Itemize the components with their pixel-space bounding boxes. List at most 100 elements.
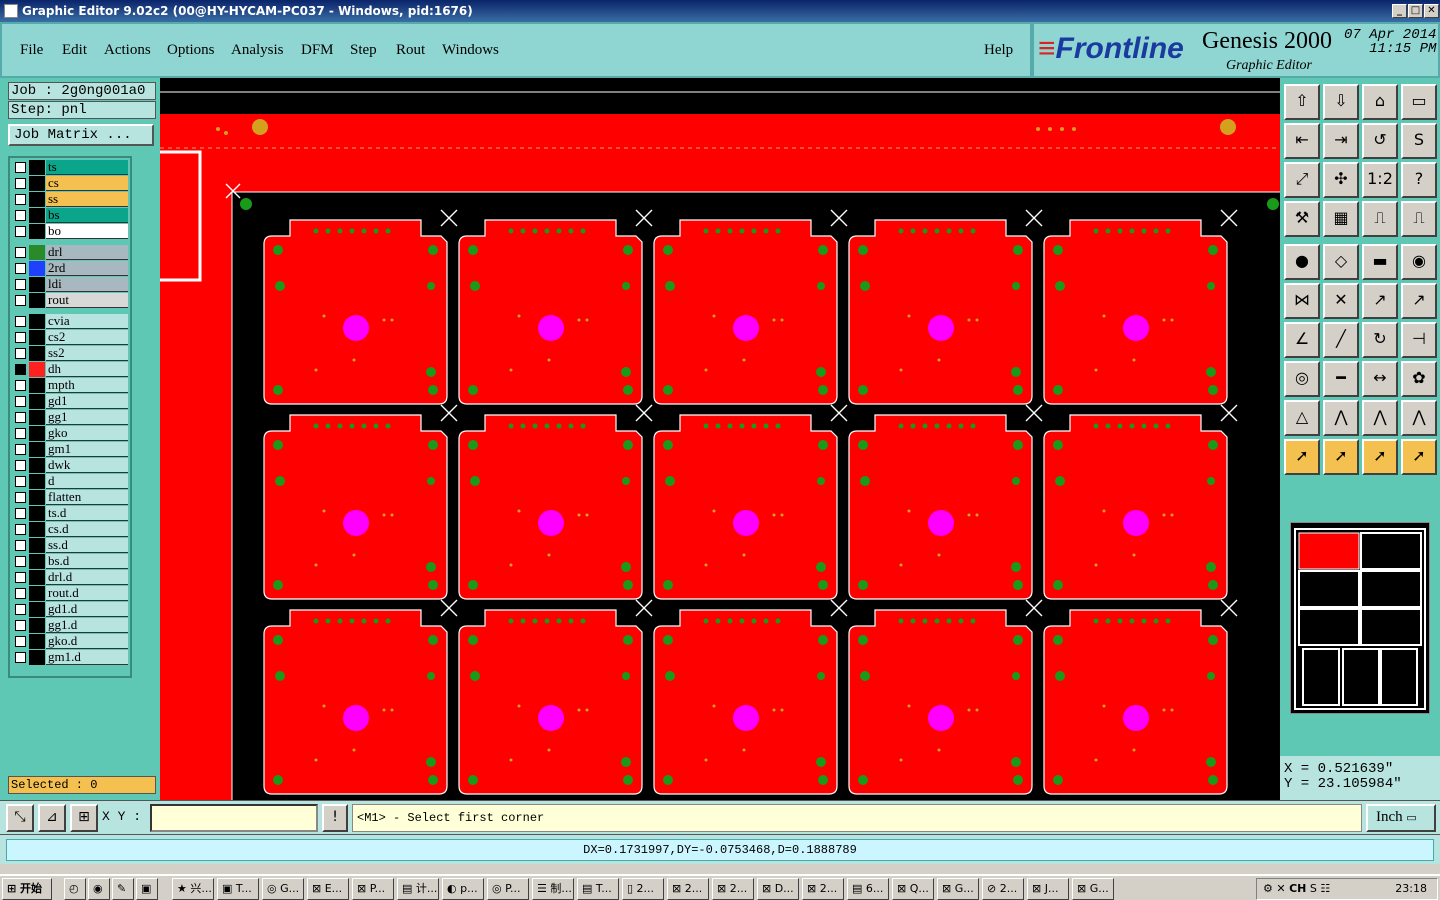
layer-name[interactable]: d (46, 474, 128, 489)
layer-color-swatch[interactable] (29, 634, 45, 649)
layer-row[interactable]: bs.d (12, 554, 130, 569)
tray-icons[interactable]: ⚙ ✕ CH S ☷ (1263, 879, 1330, 899)
layer-checkbox[interactable] (15, 348, 26, 359)
layer-name[interactable]: dwk (46, 458, 128, 473)
taskbar-item[interactable]: ★ 兴... (172, 878, 214, 900)
peak-icon[interactable]: ⋀ (1323, 400, 1359, 436)
layer-color-swatch[interactable] (29, 426, 45, 441)
taskbar-item[interactable]: ☰ 制... (532, 878, 574, 900)
bracket-icon[interactable]: ⊣ (1401, 322, 1437, 358)
overview-map[interactable] (1290, 522, 1430, 714)
layer-checkbox[interactable] (15, 652, 26, 663)
arrow-icon[interactable]: ↗ (1401, 283, 1437, 319)
layer-row[interactable]: cs (12, 176, 130, 191)
redo-icon[interactable]: ↻ (1362, 322, 1398, 358)
undo-icon[interactable]: ↺ (1362, 123, 1398, 159)
layer-row[interactable]: 2rd (12, 261, 130, 276)
home-icon[interactable]: ⌂ (1362, 84, 1398, 120)
layer-color-swatch[interactable] (29, 538, 45, 553)
angle-icon[interactable]: ∠ (1284, 322, 1320, 358)
layer-color-swatch[interactable] (29, 208, 45, 223)
layer-name[interactable]: cs (46, 176, 128, 191)
layer-checkbox[interactable] (15, 396, 26, 407)
layer-checkbox[interactable] (15, 279, 26, 290)
taskbar-item[interactable]: ▤ 6... (847, 878, 889, 900)
quicklaunch-icon[interactable]: ▣ (136, 878, 158, 900)
taskbar-item[interactable]: ⊠ 2... (802, 878, 844, 900)
taskbar-item[interactable]: ⊠ E... (307, 878, 349, 900)
layer-row[interactable]: gm1.d (12, 650, 130, 665)
triangle-icon[interactable]: △ (1284, 400, 1320, 436)
layer-checkbox[interactable] (15, 572, 26, 583)
menu-options[interactable]: Options (167, 42, 215, 59)
layer-checkbox[interactable] (15, 524, 26, 535)
menu-step[interactable]: Step (350, 42, 377, 59)
pan-up-icon[interactable]: ⇧ (1284, 84, 1320, 120)
layer-color-swatch[interactable] (29, 602, 45, 617)
layer-checkbox[interactable] (15, 588, 26, 599)
layer-name[interactable]: ldi (46, 277, 128, 292)
layer-color-swatch[interactable] (29, 490, 45, 505)
layer-checkbox[interactable] (15, 380, 26, 391)
layer-checkbox[interactable] (15, 162, 26, 173)
hline-icon[interactable]: ━ (1323, 361, 1359, 397)
layer-checkbox[interactable] (15, 210, 26, 221)
layer-row[interactable]: d (12, 474, 130, 489)
layer-name[interactable]: drl (46, 245, 128, 260)
layer-name[interactable]: rout (46, 293, 128, 308)
layer-color-swatch[interactable] (29, 618, 45, 633)
circle-icon[interactable]: ◉ (1401, 244, 1437, 280)
layer-row[interactable]: dwk (12, 458, 130, 473)
flower-icon[interactable]: ✿ (1401, 361, 1437, 397)
layer-row[interactable]: ss.d (12, 538, 130, 553)
line-icon[interactable]: ╱ (1323, 322, 1359, 358)
connect-icon[interactable]: ⋈ (1284, 283, 1320, 319)
layer-name[interactable]: gd1 (46, 394, 128, 409)
layer-row[interactable]: rout (12, 293, 130, 308)
menu-rout[interactable]: Rout (396, 42, 425, 59)
taskbar-item[interactable]: ◎ G... (262, 878, 304, 900)
circle-pad-icon[interactable]: ◎ (1284, 361, 1320, 397)
layer-checkbox[interactable] (15, 412, 26, 423)
layer-checkbox[interactable] (15, 476, 26, 487)
snap-icon[interactable]: ⊿ (38, 804, 66, 832)
taskbar-item[interactable]: ⊠ Q... (892, 878, 934, 900)
cross-icon[interactable]: ✕ (1323, 283, 1359, 319)
layer-checkbox[interactable] (15, 604, 26, 615)
layer-name[interactable]: ss2 (46, 346, 128, 361)
layer-name[interactable]: ts.d (46, 506, 128, 521)
start-button[interactable]: ⊞ 开始 (2, 878, 52, 900)
layer-row[interactable]: rout.d (12, 586, 130, 601)
layer-row[interactable]: ts.d (12, 506, 130, 521)
layer-color-swatch[interactable] (29, 506, 45, 521)
select-icon[interactable]: ➚ (1284, 439, 1320, 475)
layer-checkbox[interactable] (15, 540, 26, 551)
layer-checkbox[interactable] (15, 226, 26, 237)
quicklaunch-icon[interactable]: ◴ (64, 878, 86, 900)
layer-row[interactable]: cvia (12, 314, 130, 329)
taskbar-item[interactable]: ▤ 计... (397, 878, 439, 900)
layer-row[interactable]: flatten (12, 490, 130, 505)
taskbar-item[interactable]: ▯ 2... (622, 878, 664, 900)
taskbar-item[interactable]: ◎ P... (487, 878, 529, 900)
menu-dfm[interactable]: DFM (301, 42, 334, 59)
layer-color-swatch[interactable] (29, 330, 45, 345)
layer-color-swatch[interactable] (29, 586, 45, 601)
taskbar-item[interactable]: ▤ T... (577, 878, 619, 900)
layer-name[interactable]: gko (46, 426, 128, 441)
tools-icon[interactable]: ⚒ (1284, 201, 1320, 237)
layer-color-swatch[interactable] (29, 192, 45, 207)
layer-checkbox[interactable] (15, 444, 26, 455)
layer-row[interactable]: ldi (12, 277, 130, 292)
layer-name[interactable]: gg1 (46, 410, 128, 425)
layer-row[interactable]: gm1 (12, 442, 130, 457)
layer-color-swatch[interactable] (29, 394, 45, 409)
layer-checkbox[interactable] (15, 316, 26, 327)
layer-row[interactable]: gg1 (12, 410, 130, 425)
select-icon[interactable]: ➚ (1362, 439, 1398, 475)
layer-row[interactable]: drl.d (12, 570, 130, 585)
layer-name[interactable]: gm1 (46, 442, 128, 457)
layer-color-swatch[interactable] (29, 314, 45, 329)
layer-name[interactable]: gm1.d (46, 650, 128, 665)
zoom-area-icon[interactable]: ⤡ (6, 804, 34, 832)
